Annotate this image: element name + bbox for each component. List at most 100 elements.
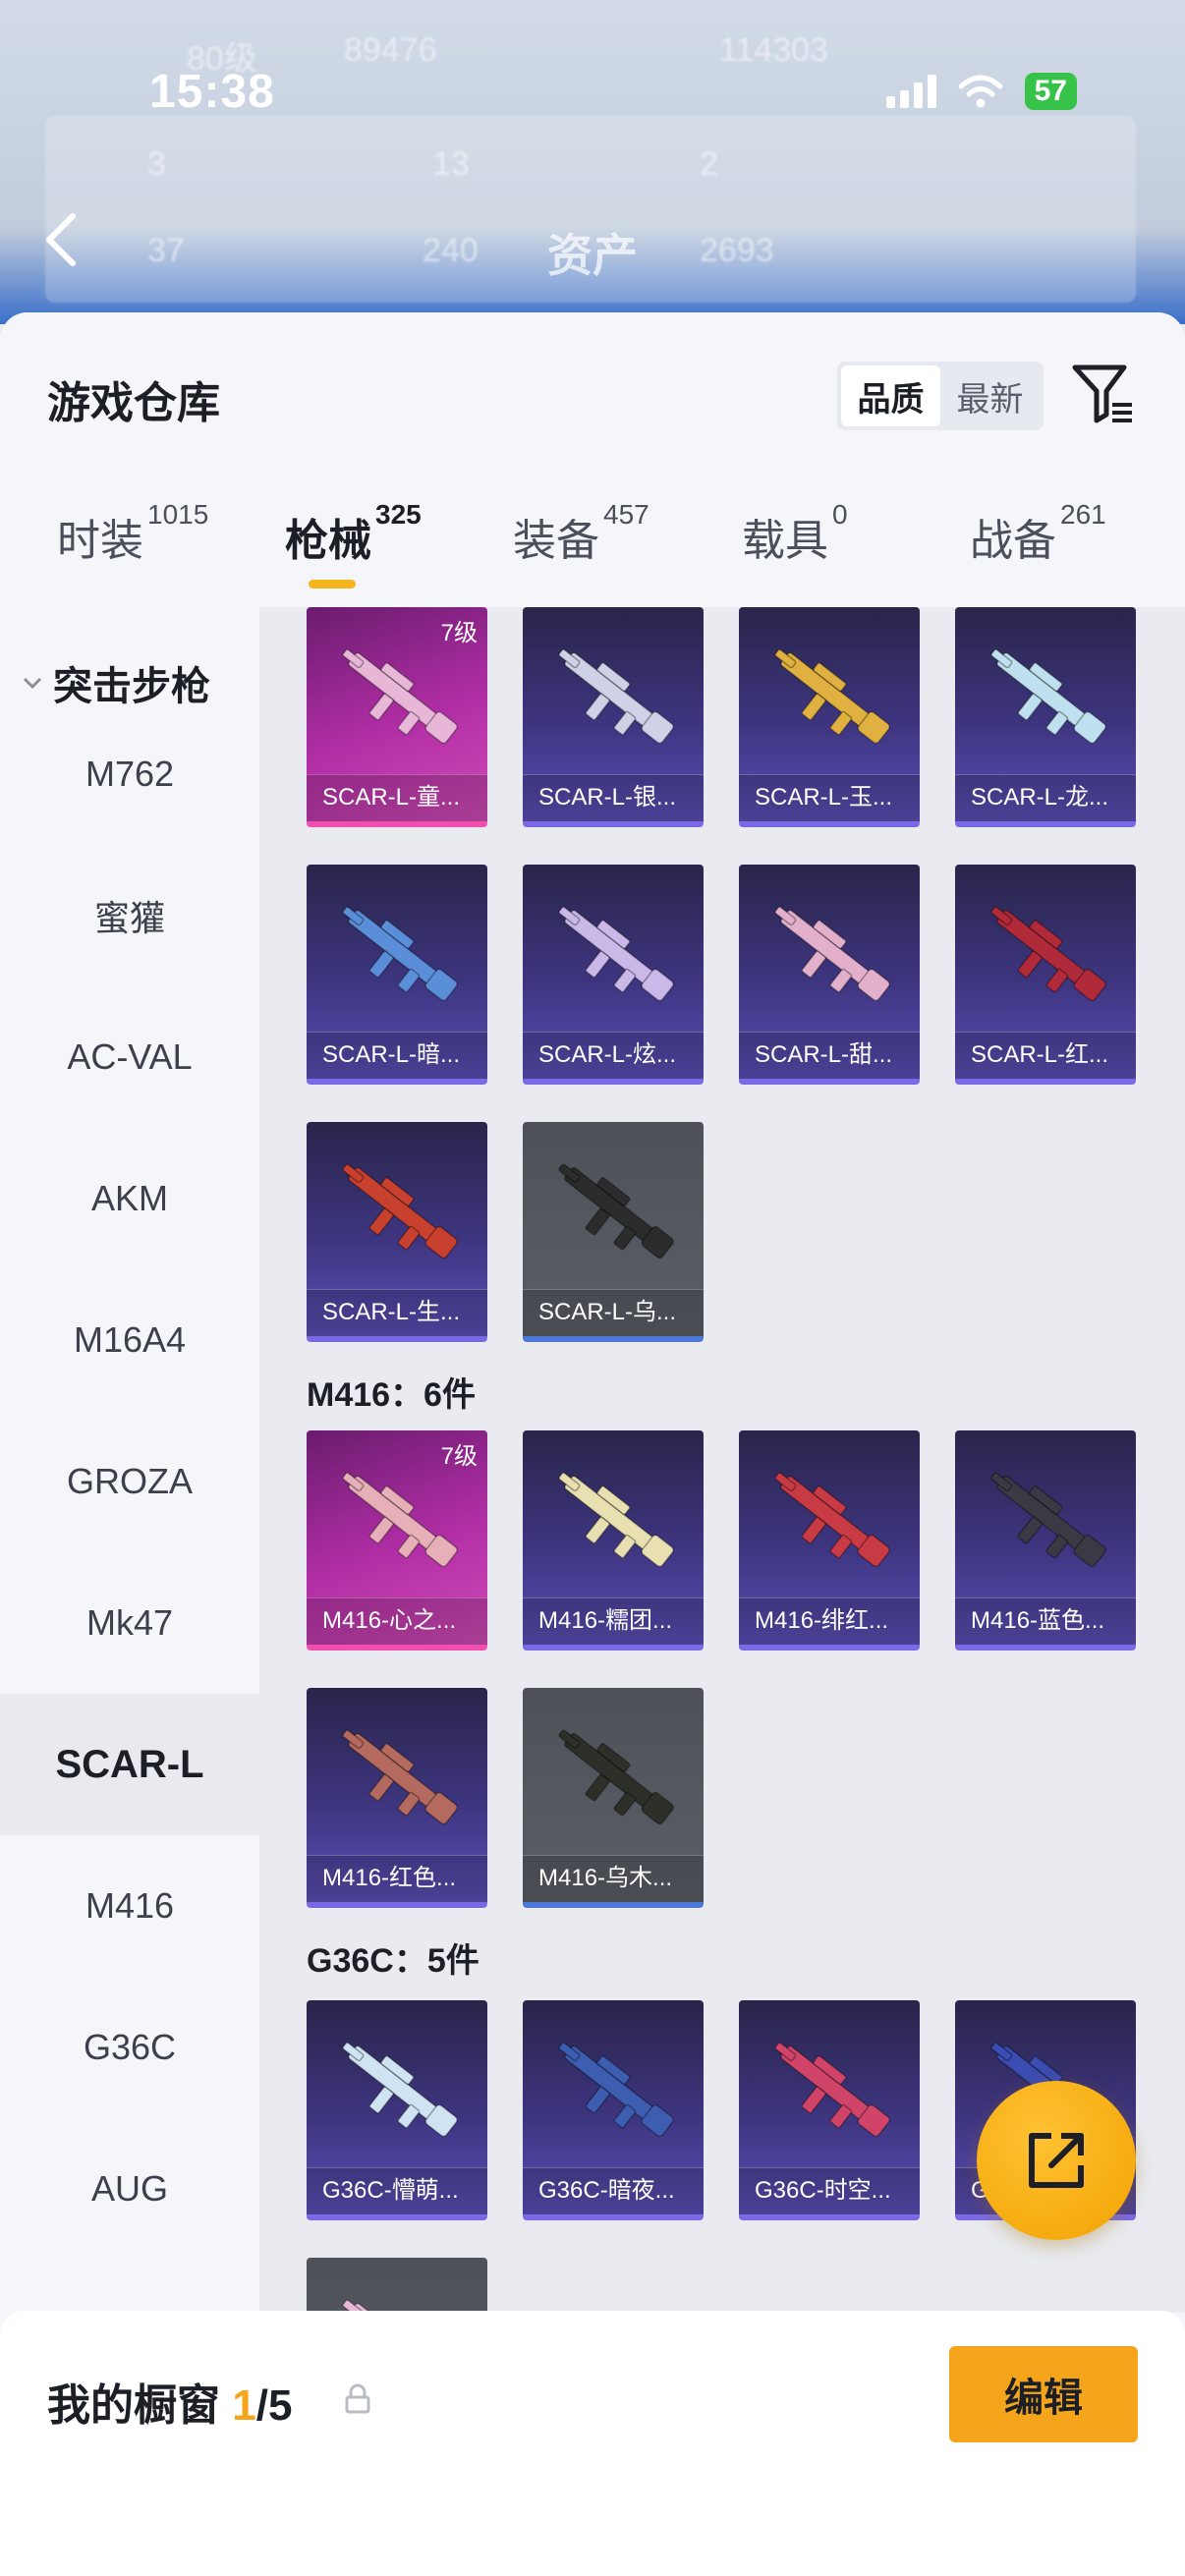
weapon-card[interactable]: M416-红色... bbox=[307, 1688, 487, 1908]
weapon-card[interactable]: M416-绯红... bbox=[739, 1430, 920, 1651]
rifle-image bbox=[342, 648, 458, 745]
weapon-name: SCAR-L-乌... bbox=[523, 1289, 704, 1336]
weapon-name: SCAR-L-炫... bbox=[523, 1032, 704, 1079]
weapon-card[interactable]: SCAR-L-暗... bbox=[307, 865, 487, 1085]
weapon-name: SCAR-L-暗... bbox=[307, 1032, 487, 1079]
weapon-card[interactable]: SCAR-L-炫... bbox=[523, 865, 704, 1085]
sidebar-item-aug[interactable]: AUG bbox=[0, 2118, 259, 2260]
weapon-card[interactable]: M416-蓝色... bbox=[955, 1430, 1136, 1651]
active-tab-indicator bbox=[309, 580, 356, 588]
weapon-name: SCAR-L-甜... bbox=[739, 1032, 920, 1079]
rifle-image bbox=[774, 906, 890, 1002]
tab-vehicles[interactable]: 载具0 bbox=[742, 499, 848, 568]
sidebar-item-scar-l[interactable]: SCAR-L bbox=[0, 1694, 259, 1835]
filter-icon[interactable] bbox=[1069, 360, 1138, 430]
section-title-m416: M416：6件 bbox=[307, 1376, 476, 1414]
warehouse-title: 游戏仓库 bbox=[47, 379, 220, 427]
rifle-image bbox=[558, 906, 674, 1002]
rifle-image bbox=[558, 648, 674, 745]
rifle-image bbox=[558, 1163, 674, 1260]
player-coins: 89476 bbox=[344, 31, 437, 69]
weapon-name: SCAR-L-玉... bbox=[739, 774, 920, 821]
level-badge: 7级 bbox=[440, 1443, 478, 1470]
sidebar-item-m416[interactable]: M416 bbox=[0, 1835, 259, 1977]
weapon-card[interactable]: SCAR-L-甜... bbox=[739, 865, 920, 1085]
cellular-signal-icon bbox=[885, 75, 936, 108]
rifle-image bbox=[774, 648, 890, 745]
stat-value: 13 bbox=[432, 145, 470, 183]
showcase-total: /5 bbox=[255, 2381, 293, 2430]
rifle-image bbox=[342, 1472, 458, 1568]
page-title: 资产 bbox=[547, 230, 638, 281]
rifle-image bbox=[774, 2042, 890, 2138]
rifle-image bbox=[342, 1163, 458, 1260]
rifle-image bbox=[558, 2042, 674, 2138]
weapon-name: SCAR-L-红... bbox=[955, 1032, 1136, 1079]
status-icons: 57 bbox=[885, 73, 1077, 110]
lock-icon bbox=[345, 2383, 370, 2414]
weapon-name: G36C-时空... bbox=[739, 2167, 920, 2214]
share-icon bbox=[1029, 2133, 1084, 2188]
rifle-image bbox=[342, 2299, 449, 2313]
tab-equipment[interactable]: 装备457 bbox=[513, 499, 649, 568]
weapon-card[interactable]: SCAR-L-玉... bbox=[739, 607, 920, 827]
rifle-image bbox=[342, 2042, 458, 2138]
rifle-image bbox=[990, 648, 1106, 745]
edit-button[interactable]: 编辑 bbox=[949, 2346, 1138, 2442]
sidebar-item-mk47[interactable]: Mk47 bbox=[0, 1552, 259, 1694]
sheet-header: 游戏仓库 品质 最新 时装1015 枪械325 装备457 载具0 战备261 bbox=[0, 312, 1185, 607]
weapon-name: SCAR-L-生... bbox=[307, 1289, 487, 1336]
weapon-name: SCAR-L-童... bbox=[307, 774, 487, 821]
weapon-card[interactable]: SCAR-L-银... bbox=[523, 607, 704, 827]
category-tabs: 时装1015 枪械325 装备457 载具0 战备261 bbox=[0, 499, 1185, 607]
sidebar-item-akm[interactable]: AKM bbox=[0, 1128, 259, 1269]
chevron-down-icon bbox=[23, 677, 42, 690]
weapon-card[interactable]: SCAR-L-红... bbox=[955, 865, 1136, 1085]
sidebar-item-g36c[interactable]: G36C bbox=[0, 1977, 259, 2118]
weapon-card[interactable]: M416-糯团... bbox=[523, 1430, 704, 1651]
sidebar-item-groza[interactable]: GROZA bbox=[0, 1411, 259, 1552]
battery-indicator: 57 bbox=[1024, 73, 1077, 110]
stat-value: 2 bbox=[700, 145, 718, 183]
sidebar-item-honey-badger[interactable]: 蜜獾 bbox=[0, 845, 259, 986]
weapon-name: G36C-懵萌... bbox=[307, 2167, 487, 2214]
weapon-name: M416-乌木... bbox=[523, 1855, 704, 1902]
weapon-card[interactable]: 7级 SCAR-L-童... bbox=[307, 607, 487, 827]
tab-outfits[interactable]: 时装1015 bbox=[57, 499, 208, 568]
weapon-card[interactable]: M416-乌木... bbox=[523, 1688, 704, 1908]
weapon-card[interactable]: G36C-暗夜... bbox=[523, 2000, 704, 2220]
rifle-image bbox=[342, 906, 458, 1002]
rifle-image bbox=[990, 906, 1106, 1002]
player-score: 114303 bbox=[719, 31, 828, 69]
tab-weapons[interactable]: 枪械325 bbox=[285, 499, 422, 568]
sidebar-item-ac-val[interactable]: AC-VAL bbox=[0, 986, 259, 1128]
sidebar-item-m762[interactable]: M762 bbox=[0, 703, 259, 845]
share-button[interactable] bbox=[977, 2081, 1136, 2240]
weapon-name: M416-心之... bbox=[307, 1597, 487, 1645]
weapon-name: G36C-暗夜... bbox=[523, 2167, 704, 2214]
showcase-bar: 我的橱窗 1/5 编辑 bbox=[0, 2311, 1185, 2576]
weapon-name: SCAR-L-银... bbox=[523, 774, 704, 821]
weapon-name: SCAR-L-龙... bbox=[955, 774, 1136, 821]
weapon-grid: 7级 SCAR-L-童... SCAR-L-银... SCAR-L-玉... S… bbox=[259, 607, 1185, 2313]
sidebar-item-m16a4[interactable]: M16A4 bbox=[0, 1269, 259, 1411]
weapon-card[interactable] bbox=[307, 2258, 487, 2313]
weapon-card[interactable]: SCAR-L-生... bbox=[307, 1122, 487, 1342]
weapon-name: M416-蓝色... bbox=[955, 1597, 1136, 1645]
weapon-name: M416-糯团... bbox=[523, 1597, 704, 1645]
weapon-card[interactable]: SCAR-L-乌... bbox=[523, 1122, 704, 1342]
header-background: 80级 89476 114303 3 13 2 37 240 2693 15:3… bbox=[0, 0, 1185, 324]
weapon-card[interactable]: G36C-懵萌... bbox=[307, 2000, 487, 2220]
section-title-g36c: G36C：5件 bbox=[307, 1942, 480, 1980]
weapon-sidebar: 突击步枪 M762 蜜獾 AC-VAL AKM M16A4 GROZA Mk47… bbox=[0, 607, 259, 2576]
tab-gear[interactable]: 战备261 bbox=[970, 499, 1106, 568]
stat-value: 3 bbox=[147, 145, 166, 183]
rifle-image bbox=[342, 1729, 458, 1825]
weapon-name: M416-绯红... bbox=[739, 1597, 920, 1645]
weapon-card[interactable]: SCAR-L-龙... bbox=[955, 607, 1136, 827]
sort-latest-button[interactable]: 最新 bbox=[940, 365, 1040, 426]
sort-quality-button[interactable]: 品质 bbox=[841, 365, 940, 426]
weapon-card[interactable]: 7级 M416-心之... bbox=[307, 1430, 487, 1651]
showcase-current-count: 1 bbox=[232, 2381, 256, 2430]
weapon-card[interactable]: G36C-时空... bbox=[739, 2000, 920, 2220]
